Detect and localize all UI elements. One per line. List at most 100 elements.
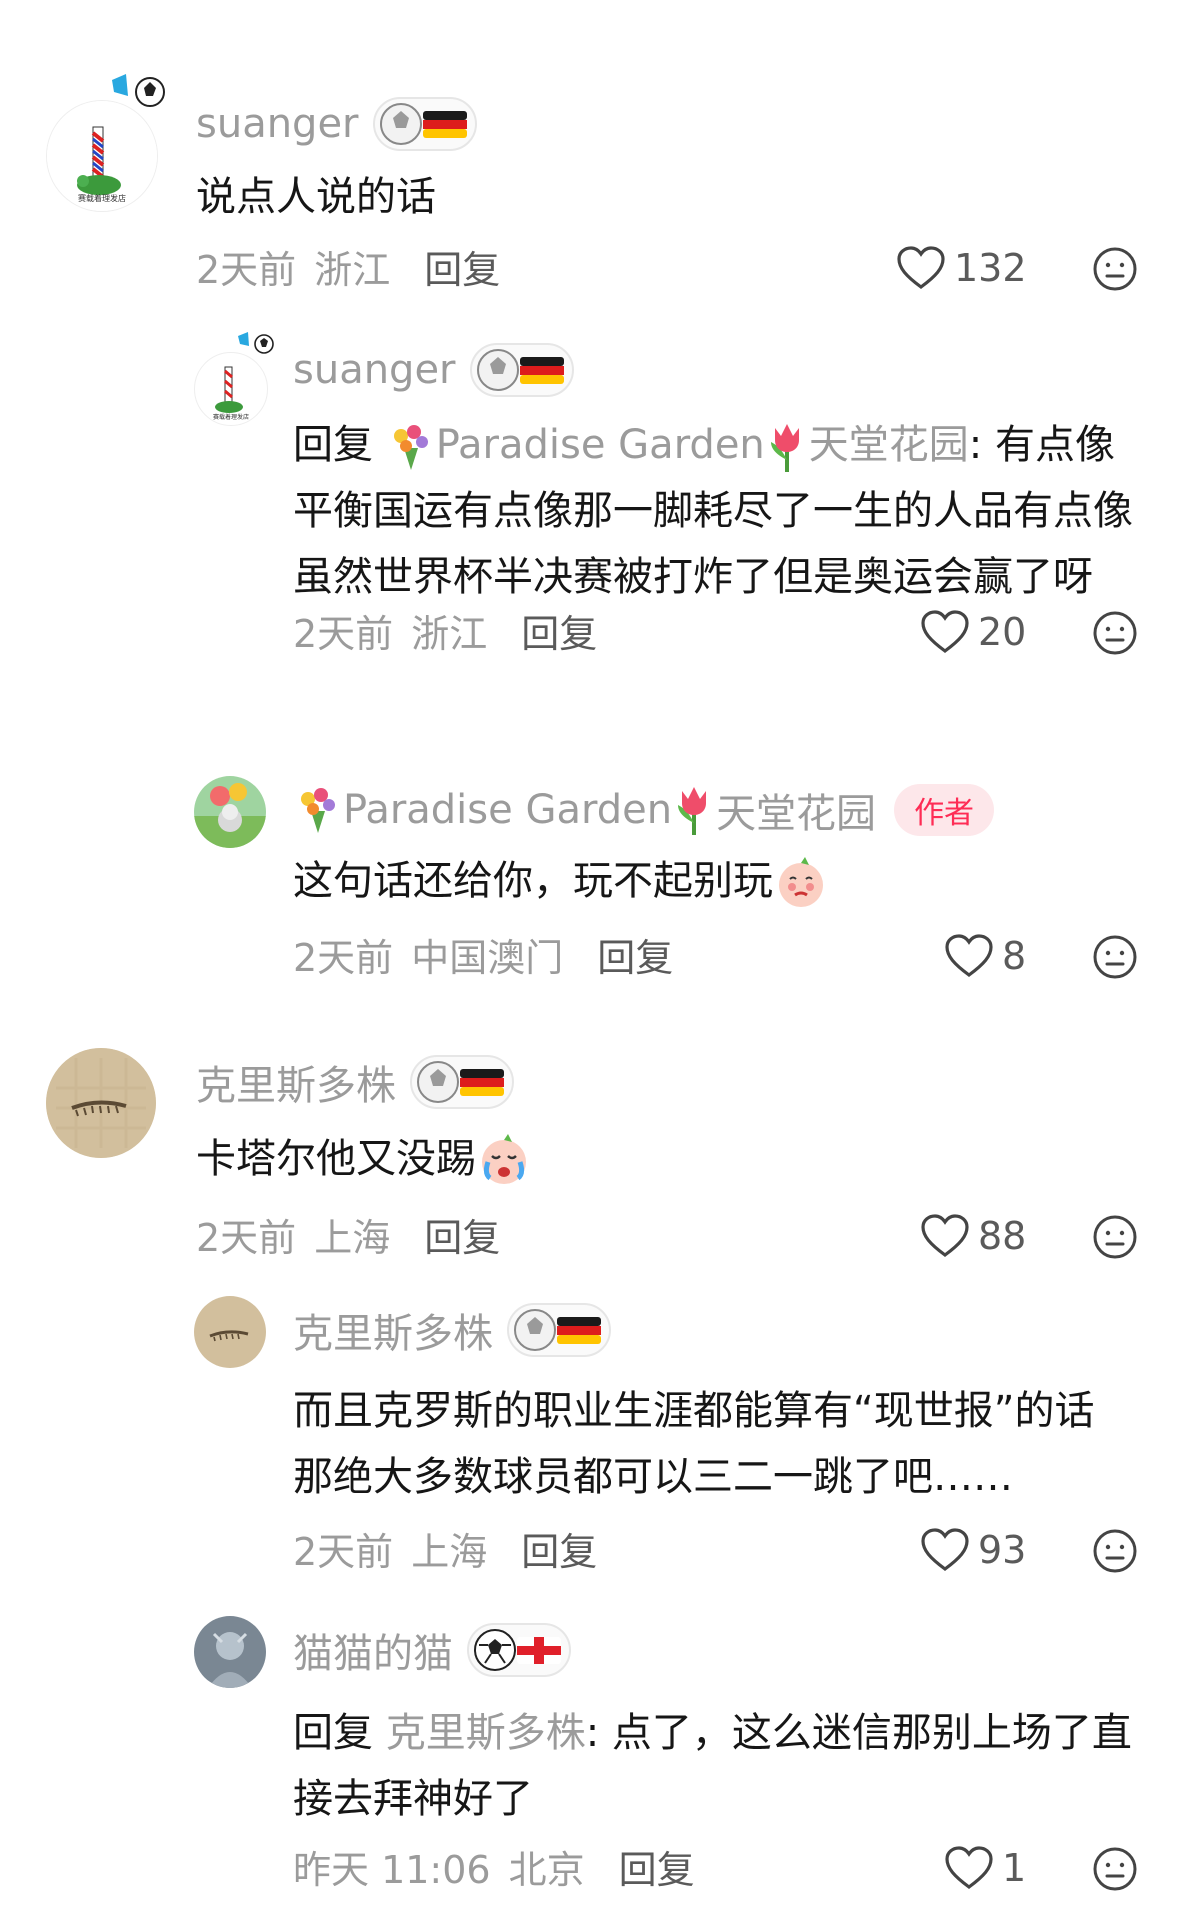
bashful-face-icon	[779, 857, 823, 907]
like-count: 8	[1002, 934, 1027, 978]
mention-user[interactable]: Paradise Garden	[436, 422, 765, 468]
reply-time: 2天前	[293, 611, 394, 656]
reply-prefix: 回复	[293, 422, 373, 468]
svg-text:赛载着理发店: 赛载着理发店	[213, 413, 249, 421]
fan-badge-germany	[507, 1303, 611, 1357]
username[interactable]: 克里斯多株	[196, 1053, 396, 1111]
heart-outline-icon	[945, 1846, 993, 1889]
heart-outline-icon	[897, 246, 945, 289]
mention-user-suffix[interactable]: 天堂花园	[809, 422, 969, 468]
like-button[interactable]: 93	[920, 1526, 1026, 1574]
like-button[interactable]: 1	[944, 1844, 1026, 1892]
comment-meta: 2天前 浙江 回复	[196, 242, 500, 292]
reply-author-line: Paradise Garden 天堂花园 作者	[293, 780, 995, 840]
username[interactable]: suanger	[293, 347, 456, 393]
comment-author-line: suanger	[196, 94, 477, 154]
speaker-sticker-icon	[112, 74, 165, 107]
reply-author-line: 克里斯多株	[293, 1300, 611, 1360]
tulip-icon	[678, 787, 707, 835]
fan-badge-germany	[372, 97, 477, 151]
reaction-button[interactable]	[1092, 1846, 1138, 1892]
reaction-button[interactable]	[1092, 1214, 1138, 1260]
reply-text: 而且克罗斯的职业生涯都能算有“现世报”的话那绝大多数球员都可以三二一跳了吧……	[293, 1388, 1095, 1500]
avatar[interactable]	[46, 1048, 156, 1158]
bouquet-icon	[301, 788, 335, 833]
reply-button[interactable]: 回复	[521, 1521, 597, 1576]
like-button[interactable]: 8	[944, 932, 1026, 980]
comment-meta: 2天前 上海 回复	[196, 1210, 500, 1260]
reaction-button[interactable]	[1092, 246, 1138, 292]
reply-text: 回复 克里斯多株: 点了，这么迷信那别上场了直接去拜神好了	[293, 1700, 1133, 1832]
crying-face-icon	[482, 1134, 526, 1184]
username[interactable]: Paradise Garden	[343, 787, 672, 833]
username-suffix[interactable]: 天堂花园	[716, 781, 876, 839]
like-button[interactable]: 88	[920, 1212, 1026, 1260]
reply-meta: 2天前 中国澳门 回复	[293, 930, 673, 980]
tulip-icon	[770, 424, 799, 472]
reply-button[interactable]: 回复	[424, 239, 500, 294]
emoji-neutral-icon	[1093, 1847, 1137, 1891]
reply-author-line: suanger	[293, 340, 574, 400]
reply-button[interactable]: 回复	[619, 1839, 695, 1894]
like-count: 132	[954, 246, 1027, 290]
reply-meta: 2天前 上海 回复	[293, 1524, 597, 1574]
reply-time: 2天前	[293, 1529, 394, 1574]
emoji-neutral-icon	[1093, 1215, 1137, 1259]
like-button[interactable]: 132	[896, 244, 1027, 292]
reply-button[interactable]: 回复	[597, 927, 673, 982]
reply-location: 浙江	[411, 611, 488, 656]
reply-button[interactable]: 回复	[521, 603, 597, 658]
emoji-neutral-icon	[1093, 611, 1137, 655]
reply-meta: 昨天 11:06 北京 回复	[293, 1842, 695, 1892]
heart-outline-icon	[921, 1528, 969, 1571]
emoji-neutral-icon	[1093, 935, 1137, 979]
reply-body: 这句话还给你，玩不起别玩	[293, 858, 773, 904]
reaction-button[interactable]	[1092, 934, 1138, 980]
like-count: 88	[978, 1214, 1027, 1258]
bouquet-icon	[393, 425, 428, 470]
avatar[interactable]: 赛载着理发店	[46, 100, 158, 212]
username[interactable]: suanger	[196, 101, 359, 147]
avatar[interactable]	[194, 1296, 266, 1368]
fan-badge-germany	[469, 343, 574, 397]
avatar[interactable]	[194, 1616, 266, 1688]
reply-button[interactable]: 回复	[424, 1207, 500, 1262]
comment-body: 卡塔尔他又没踢	[196, 1136, 476, 1182]
heart-outline-icon	[945, 934, 993, 977]
reply-time: 2天前	[293, 935, 394, 980]
comment-time: 2天前	[196, 1215, 297, 1260]
comment-location: 上海	[314, 1215, 391, 1260]
avatar[interactable]	[194, 776, 266, 848]
like-count: 1	[1002, 1846, 1027, 1890]
heart-outline-icon	[921, 1214, 969, 1257]
comment-author-line: 克里斯多株	[196, 1052, 514, 1112]
svg-text:赛载着理发店: 赛载着理发店	[78, 193, 126, 203]
author-tag: 作者	[894, 784, 995, 836]
comment-text: 说点人说的话	[196, 174, 436, 220]
reaction-button[interactable]	[1092, 1528, 1138, 1574]
fan-badge-germany	[410, 1055, 514, 1109]
emoji-neutral-icon	[1093, 1529, 1137, 1573]
comment-location: 浙江	[314, 247, 391, 292]
emoji-neutral-icon	[1093, 247, 1137, 291]
reply-prefix: 回复	[293, 1710, 373, 1756]
like-count: 20	[978, 610, 1027, 654]
reply-text: 回复 Paradise Garden 天堂花园: 有点像平衡国运有点像那一脚耗尽了…	[293, 412, 1133, 610]
reply-location: 上海	[411, 1529, 488, 1574]
like-button[interactable]: 20	[920, 608, 1026, 656]
heart-outline-icon	[921, 610, 969, 653]
comment-text: 卡塔尔他又没踢	[196, 1126, 1096, 1192]
speaker-sticker-icon	[238, 332, 274, 354]
reaction-button[interactable]	[1092, 610, 1138, 656]
fan-badge-england	[467, 1623, 571, 1677]
reply-time: 昨天 11:06	[293, 1847, 491, 1892]
reply-location: 中国澳门	[411, 935, 564, 980]
reply-text: 这句话还给你，玩不起别玩	[293, 848, 1133, 914]
avatar[interactable]: 赛载着理发店	[194, 352, 268, 426]
reply-location: 北京	[508, 1847, 585, 1892]
reply-meta: 2天前 浙江 回复	[293, 606, 597, 656]
username[interactable]: 克里斯多株	[293, 1301, 493, 1359]
mention-user[interactable]: 克里斯多株	[386, 1710, 586, 1756]
username[interactable]: 猫猫的猫	[293, 1621, 453, 1679]
comment-time: 2天前	[196, 247, 297, 292]
